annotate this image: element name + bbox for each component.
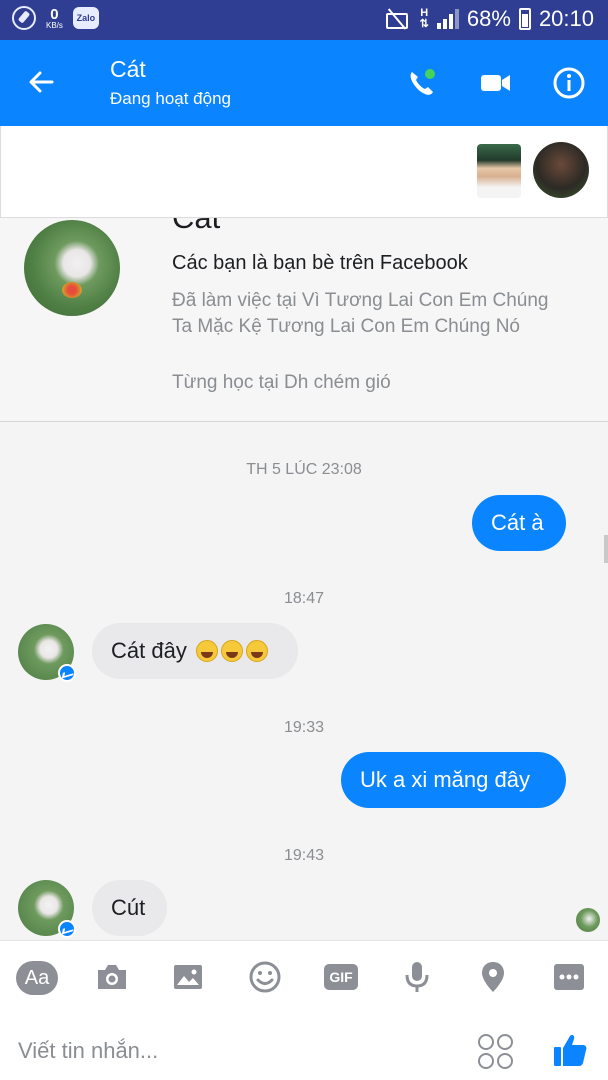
outgoing-message[interactable]: Cát à xyxy=(472,495,566,551)
incoming-message[interactable]: Cút xyxy=(92,880,167,936)
profile-card: Cát Các bạn là bạn bè trên Facebook Đã l… xyxy=(0,218,608,422)
emoji-button[interactable] xyxy=(243,957,287,997)
profile-name: Cát xyxy=(172,218,220,236)
message-timestamp: 18:47 xyxy=(283,590,325,607)
text-style-button[interactable]: Aa xyxy=(16,961,58,995)
outgoing-message[interactable]: Uk a xi măng đây xyxy=(341,752,566,808)
composer-toolbar: Aa GIF xyxy=(0,940,608,1014)
stickers-button[interactable] xyxy=(478,1034,514,1070)
friends-status: Các bạn là bạn bè trên Facebook xyxy=(172,252,468,274)
profile-avatar[interactable] xyxy=(24,220,120,316)
work-info: Đã làm việc tại Vì Tương Lai Con Em Chún… xyxy=(172,290,549,337)
message-timestamp: TH 5 LÚC 23:08 xyxy=(246,461,362,478)
seen-indicator-avatar xyxy=(576,908,600,932)
data-speed-unit: KB/s xyxy=(46,20,63,30)
status-bar: 0 KB/s Zalo H ⇅ 68% 20:10 xyxy=(0,0,608,40)
messenger-badge-icon xyxy=(58,664,76,682)
laughing-emoji-icon xyxy=(245,640,268,662)
back-arrow-icon xyxy=(29,71,54,93)
gif-button[interactable]: GIF xyxy=(319,957,363,997)
more-icon xyxy=(554,964,584,990)
info-button[interactable] xyxy=(546,60,592,106)
back-button[interactable] xyxy=(22,62,62,102)
sender-avatar[interactable] xyxy=(18,624,76,682)
camera-icon xyxy=(98,965,126,989)
participant-avatar[interactable] xyxy=(533,142,589,198)
info-icon xyxy=(553,67,585,99)
status-right: H ⇅ 68% 20:10 xyxy=(384,6,594,32)
status-left: 0 KB/s Zalo xyxy=(12,6,99,30)
zalo-notification-icon: Zalo xyxy=(72,7,99,29)
sticker-face-icon xyxy=(497,1053,513,1069)
signal-icon xyxy=(436,9,459,29)
participants-strip xyxy=(0,126,608,218)
sticker-face-icon xyxy=(478,1034,494,1050)
messenger-badge-icon xyxy=(58,920,76,938)
emoji-icon xyxy=(249,961,281,993)
message-input-row xyxy=(0,1014,608,1080)
message-timestamp: 19:33 xyxy=(283,719,325,736)
camera-button[interactable] xyxy=(90,957,134,997)
participant-avatar[interactable] xyxy=(477,144,521,198)
message-input[interactable] xyxy=(18,1034,438,1068)
navigation-icon xyxy=(12,6,36,30)
network-type: H ⇅ xyxy=(420,8,429,30)
sticker-face-icon xyxy=(497,1034,513,1050)
more-options-button[interactable] xyxy=(547,957,591,997)
chat-header: Cát Đang hoạt động xyxy=(0,40,608,126)
laughing-emoji-icon xyxy=(195,640,218,662)
incoming-message[interactable]: Cát đây xyxy=(92,623,298,679)
sticker-face-icon xyxy=(478,1053,494,1069)
location-button[interactable] xyxy=(471,957,515,997)
battery-icon xyxy=(518,8,531,30)
network-arrows-icon: ⇅ xyxy=(419,18,429,30)
active-status: Đang hoạt động xyxy=(110,89,231,108)
data-speed-value: 0 xyxy=(50,5,59,23)
message-timestamp: 19:43 xyxy=(283,847,325,864)
incoming-message-text: Cát đây xyxy=(111,638,187,663)
conversation-title: Cát xyxy=(110,56,146,82)
gallery-button[interactable] xyxy=(166,957,210,997)
battery-percent: 68% xyxy=(466,6,511,31)
like-button[interactable] xyxy=(550,1030,590,1070)
thumbs-up-icon xyxy=(554,1035,587,1066)
microphone-icon xyxy=(405,962,429,992)
laughing-emoji-icon xyxy=(220,640,243,662)
school-info: Từng học tại Dh chém gió xyxy=(172,372,391,393)
video-call-button[interactable] xyxy=(472,60,518,106)
location-pin-icon xyxy=(482,962,504,992)
image-icon xyxy=(174,965,202,989)
scroll-indicator xyxy=(604,535,608,563)
gif-icon: GIF xyxy=(324,964,358,990)
clock: 20:10 xyxy=(538,6,594,31)
data-speed: 0 KB/s xyxy=(46,7,63,30)
phone-icon xyxy=(410,69,435,95)
voice-call-button[interactable] xyxy=(398,60,444,106)
voice-message-button[interactable] xyxy=(395,957,439,997)
emoji-group xyxy=(193,640,268,662)
video-camera-icon xyxy=(481,75,510,91)
mute-icon xyxy=(384,8,412,30)
sender-avatar[interactable] xyxy=(18,880,76,938)
